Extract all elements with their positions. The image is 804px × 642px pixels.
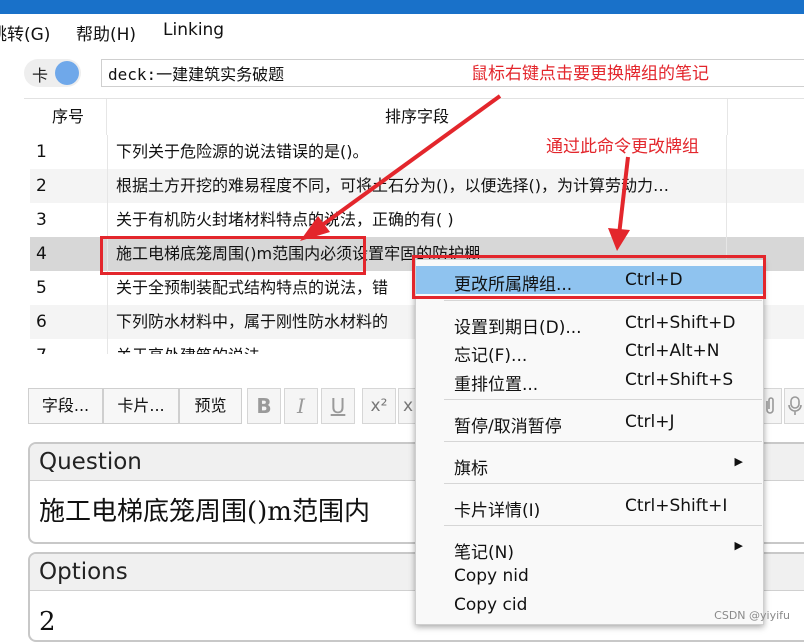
annotation-arrowhead-1	[300, 216, 330, 241]
annotation-change-deck-note: 通过此命令更改牌组	[546, 137, 699, 157]
annotation-arrows	[300, 94, 630, 251]
annotation-arrow-1	[312, 94, 502, 233]
watermark: CSDN @yiyifu	[714, 609, 790, 622]
annotation-right-click-note: 鼠标右键点击要更换牌组的笔记	[471, 64, 709, 84]
annotation-arrow-2	[617, 156, 630, 236]
annotation-arrowhead-2	[608, 228, 630, 251]
